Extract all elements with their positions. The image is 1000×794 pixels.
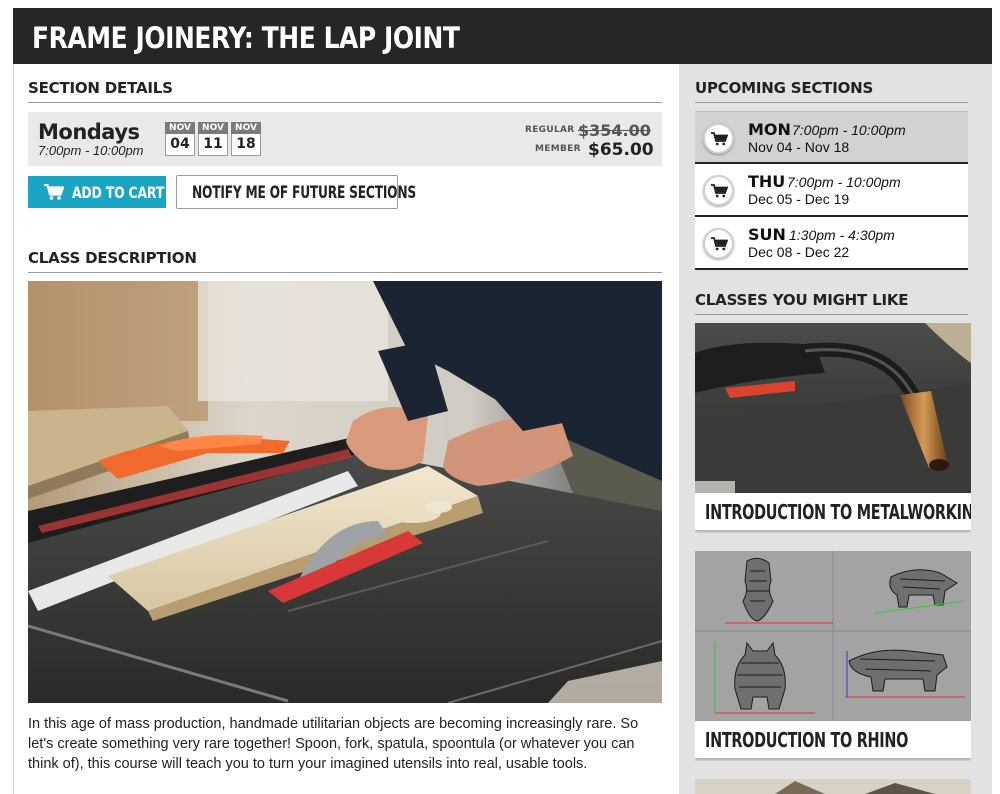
- upcoming-section-time: 7:00pm - 10:00pm: [792, 122, 906, 138]
- date-chip: NOV 11: [198, 122, 228, 156]
- rhino-3d-wireframe-views: [695, 551, 971, 723]
- upcoming-section-time: 1:30pm - 4:30pm: [789, 227, 895, 243]
- date-chip: NOV 18: [231, 122, 261, 156]
- upcoming-section-row[interactable]: SUN 1:30pm - 4:30pm Dec 08 - Dec 22: [695, 217, 968, 270]
- notify-future-sections-button[interactable]: NOTIFY ME OF FUTURE SECTIONS: [176, 175, 416, 209]
- class-card-partial[interactable]: [695, 779, 971, 794]
- classes-you-might-like-heading: CLASSES YOU MIGHT LIKE: [695, 291, 968, 315]
- member-price: $65.00: [588, 140, 654, 160]
- section-day: Mondays: [38, 120, 140, 144]
- table-saw-photo: [28, 281, 662, 703]
- cart-button[interactable]: [703, 228, 734, 259]
- date-chip-month: NOV: [231, 122, 261, 134]
- date-chip-day: 18: [231, 134, 261, 156]
- upcoming-section-row[interactable]: THU 7:00pm - 10:00pm Dec 05 - Dec 19: [695, 164, 968, 217]
- welding-torch-photo: [695, 323, 971, 495]
- class-card-rhino[interactable]: INTRODUCTION TO RHINO: [695, 551, 971, 761]
- shopping-cart-icon: [44, 184, 64, 200]
- class-card-metalworking[interactable]: INTRODUCTION TO METALWORKING: [695, 323, 971, 533]
- shopping-cart-icon: [711, 184, 728, 198]
- upcoming-section-day: THU: [748, 172, 786, 191]
- title-bar: FRAME JOINERY: THE LAP JOINT: [13, 8, 992, 64]
- date-chip-month: NOV: [165, 122, 195, 134]
- class-hero-image: [28, 281, 662, 703]
- section-details-box: Mondays 7:00pm - 10:00pm NOV 04 NOV 11 N…: [28, 112, 662, 166]
- upcoming-section-dates: Dec 05 - Dec 19: [748, 191, 850, 207]
- class-card-title: INTRODUCTION TO METALWORKING: [705, 500, 971, 524]
- date-chip-day: 11: [198, 134, 228, 156]
- shopping-cart-icon: [711, 132, 728, 146]
- section-time: 7:00pm - 10:00pm: [38, 143, 144, 158]
- date-chip-day: 04: [165, 134, 195, 156]
- upcoming-sections-heading: UPCOMING SECTIONS: [695, 79, 968, 103]
- date-chip-month: NOV: [198, 122, 228, 134]
- add-to-cart-button[interactable]: ADD TO CART: [28, 176, 166, 208]
- date-chip: NOV 04: [165, 122, 195, 156]
- class-card-caption: INTRODUCTION TO METALWORKING: [695, 493, 971, 530]
- regular-price: $354.00: [578, 121, 651, 140]
- member-price-label: MEMBER: [535, 144, 581, 154]
- upcoming-section-day: SUN: [748, 225, 786, 244]
- regular-price-label: REGULAR: [525, 125, 575, 135]
- upcoming-section-time: 7:00pm - 10:00pm: [787, 174, 901, 190]
- class-card-thumbnail: [695, 779, 971, 794]
- upcoming-section-dates: Dec 08 - Dec 22: [748, 244, 850, 260]
- add-to-cart-label: ADD TO CART: [72, 183, 165, 202]
- upcoming-section-dates: Nov 04 - Nov 18: [748, 139, 850, 155]
- upcoming-sections-list: MON 7:00pm - 10:00pm Nov 04 - Nov 18 THU…: [695, 111, 968, 270]
- class-description-heading: CLASS DESCRIPTION: [28, 249, 662, 273]
- section-details-heading: SECTION DETAILS: [28, 79, 662, 103]
- page-title: FRAME JOINERY: THE LAP JOINT: [32, 21, 460, 55]
- upcoming-section-day: MON: [748, 120, 791, 139]
- cart-button[interactable]: [703, 123, 734, 154]
- class-card-title: INTRODUCTION TO RHINO: [705, 728, 909, 752]
- cart-button[interactable]: [703, 175, 734, 206]
- upcoming-section-row[interactable]: MON 7:00pm - 10:00pm Nov 04 - Nov 18: [695, 111, 968, 164]
- shopping-cart-icon: [711, 237, 728, 251]
- class-description-text: In this age of mass production, handmade…: [28, 716, 639, 772]
- class-card-caption: INTRODUCTION TO RHINO: [695, 721, 971, 758]
- notify-button-label: NOTIFY ME OF FUTURE SECTIONS: [192, 183, 416, 203]
